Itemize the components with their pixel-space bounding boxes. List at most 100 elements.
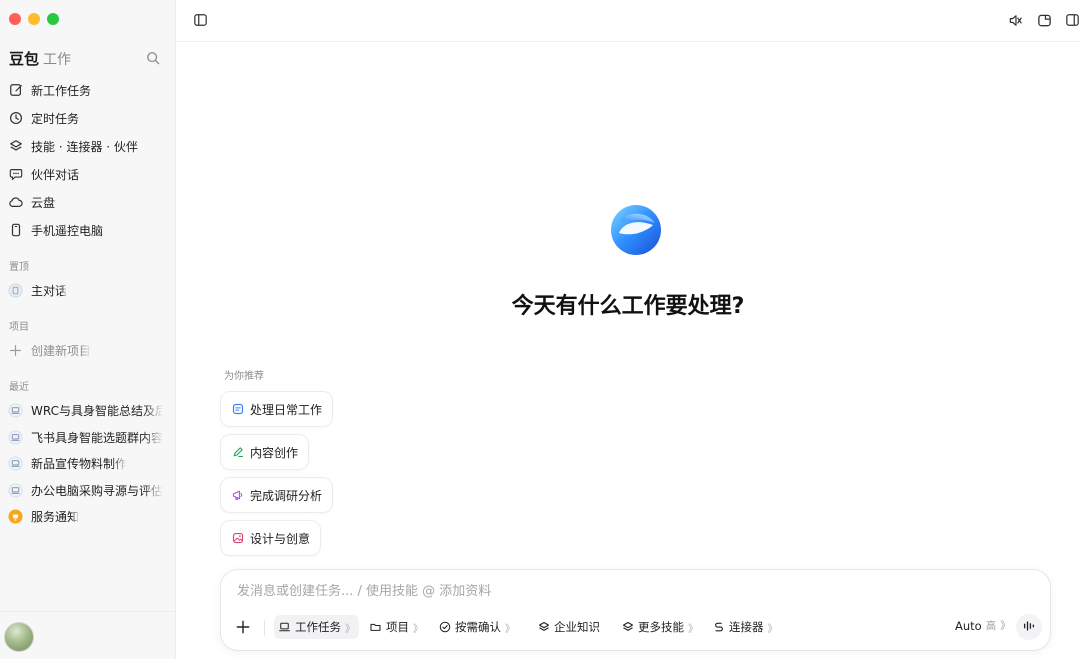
close-window-button[interactable]: [9, 13, 21, 25]
connector-icon: [712, 621, 725, 634]
minimize-window-button[interactable]: [28, 13, 40, 25]
search-icon[interactable]: [146, 50, 162, 66]
suggestion-label: 内容创作: [250, 445, 299, 460]
avatar[interactable]: [4, 622, 34, 652]
tool-label: 企业知识: [554, 620, 600, 634]
window-controls: [9, 13, 59, 25]
tool-label: 工作任务: [295, 620, 341, 634]
cloud-icon: [8, 195, 23, 210]
top-bar: [176, 0, 1080, 42]
pinned-item-label: 主对话: [31, 284, 68, 298]
sidebar-item-label: 手机遥控电脑: [31, 223, 104, 238]
sidebar-item-partner-chat[interactable]: 伙伴对话: [8, 163, 79, 185]
recent-item[interactable]: 新品宣传物料制作: [8, 455, 163, 472]
message-composer: 工作任务 》 项目 》 按需确认 》 企业知识 更多技能 》 连接器 》: [220, 569, 1051, 651]
laptop-icon: [8, 483, 23, 498]
recent-item-label: 办公电脑采购寻源与评估: [31, 484, 163, 498]
laptop-icon: [8, 430, 23, 445]
sidebar-item-label: 伙伴对话: [31, 167, 80, 182]
panel-icon[interactable]: [1063, 11, 1080, 29]
doubao-logo-icon: [609, 203, 663, 257]
suggestion-label: 处理日常工作: [250, 402, 323, 417]
recent-item-service-notification[interactable]: 服务通知: [8, 508, 163, 525]
edit-icon: [8, 83, 23, 98]
projects-section-label: 项目: [9, 322, 29, 333]
tool-project[interactable]: 项目 》: [365, 615, 427, 639]
tool-label: 连接器: [729, 620, 764, 634]
recent-item[interactable]: WRC与具身智能总结及后: [8, 402, 163, 419]
laptop-icon: [8, 403, 23, 418]
app-brand: 豆包 工作: [9, 48, 71, 69]
pen-icon: [231, 446, 244, 459]
model-effort-label: 高: [985, 620, 997, 632]
layers-icon: [8, 139, 23, 154]
chevron-right-icon: 》: [1000, 620, 1011, 632]
recent-item[interactable]: 飞书具身智能选题群内容: [8, 429, 163, 446]
recent-item[interactable]: 办公电脑采购寻源与评估: [8, 482, 163, 499]
recommend-label: 为你推荐: [224, 371, 264, 382]
suggestion-label: 设计与创意: [250, 531, 311, 546]
sidebar-item-phone-remote[interactable]: 手机遥控电脑: [8, 219, 103, 241]
sidebar-footer: [0, 611, 176, 659]
document-icon: [231, 403, 244, 416]
create-project-button[interactable]: 创建新项目: [8, 342, 163, 359]
recent-item-label: 新品宣传物料制作: [31, 457, 128, 471]
suggestion-research-analysis[interactable]: 完成调研分析: [220, 477, 334, 513]
main-chat-icon: [8, 283, 23, 298]
image-icon: [231, 532, 244, 545]
tool-label: 项目: [386, 620, 409, 634]
waveform-icon: [1022, 618, 1036, 637]
chevron-right-icon: 》: [413, 623, 423, 635]
tool-label: 按需确认: [455, 620, 501, 634]
tool-confirm-on-demand[interactable]: 按需确认 》: [434, 615, 519, 639]
suggestion-daily-work[interactable]: 处理日常工作: [220, 391, 334, 427]
suggestion-content-creation[interactable]: 内容创作: [220, 434, 310, 470]
mute-icon[interactable]: [1006, 11, 1024, 29]
new-window-icon[interactable]: [1035, 11, 1053, 29]
toolbar-divider: [264, 620, 265, 636]
clock-icon: [8, 111, 23, 126]
model-selector[interactable]: Auto 高 》: [955, 618, 1011, 633]
tool-connectors[interactable]: 连接器 》: [708, 615, 782, 639]
suggestion-label: 完成调研分析: [250, 488, 323, 503]
sidebar-item-cloud-drive[interactable]: 云盘: [8, 191, 55, 213]
chat-icon: [8, 167, 23, 182]
pinned-section-label: 置顶: [9, 262, 29, 273]
chevron-right-icon: 》: [505, 623, 515, 635]
chevron-right-icon: 》: [767, 623, 778, 635]
sidebar-item-label: 技能 · 连接器 · 伙伴: [31, 139, 138, 154]
laptop-icon: [278, 621, 291, 634]
tool-enterprise-knowledge[interactable]: 企业知识: [533, 615, 604, 639]
model-label: Auto: [955, 618, 982, 633]
tool-label: 更多技能: [638, 620, 684, 634]
pinned-item-main-chat[interactable]: 主对话: [8, 282, 163, 299]
page-title: 今天有什么工作要处理?: [511, 294, 745, 319]
sidebar-item-label: 定时任务: [31, 111, 80, 126]
recent-item-label: 服务通知: [31, 510, 80, 524]
sidebar-toggle-icon[interactable]: [191, 11, 209, 29]
megaphone-icon: [231, 489, 244, 502]
brand-name: 豆包: [9, 50, 40, 68]
zoom-window-button[interactable]: [47, 13, 59, 25]
recent-item-label: 飞书具身智能选题群内容: [31, 431, 163, 445]
sidebar-item-label: 云盘: [31, 195, 56, 210]
tool-more-skills[interactable]: 更多技能 》: [617, 615, 702, 639]
plus-icon: [8, 343, 23, 358]
tool-work-task[interactable]: 工作任务 》: [274, 615, 359, 639]
folder-icon: [369, 621, 382, 634]
laptop-icon: [8, 456, 23, 471]
recent-item-label: WRC与具身智能总结及后: [31, 404, 163, 418]
check-circle-icon: [438, 621, 451, 634]
sidebar-item-scheduled-tasks[interactable]: 定时任务: [8, 107, 79, 129]
add-attachment-icon[interactable]: [234, 618, 252, 636]
create-project-label: 创建新项目: [31, 344, 92, 358]
message-input[interactable]: [237, 584, 937, 599]
phone-icon: [8, 223, 23, 238]
sidebar-item-skills[interactable]: 技能 · 连接器 · 伙伴: [8, 135, 138, 157]
layers-icon: [621, 621, 634, 634]
brand-subtitle: 工作: [43, 52, 72, 68]
sidebar-item-new-task[interactable]: 新工作任务: [8, 79, 91, 101]
suggestion-design-creative[interactable]: 设计与创意: [220, 520, 322, 556]
voice-input-button[interactable]: [1016, 614, 1042, 640]
recent-section-label: 最近: [9, 382, 29, 393]
